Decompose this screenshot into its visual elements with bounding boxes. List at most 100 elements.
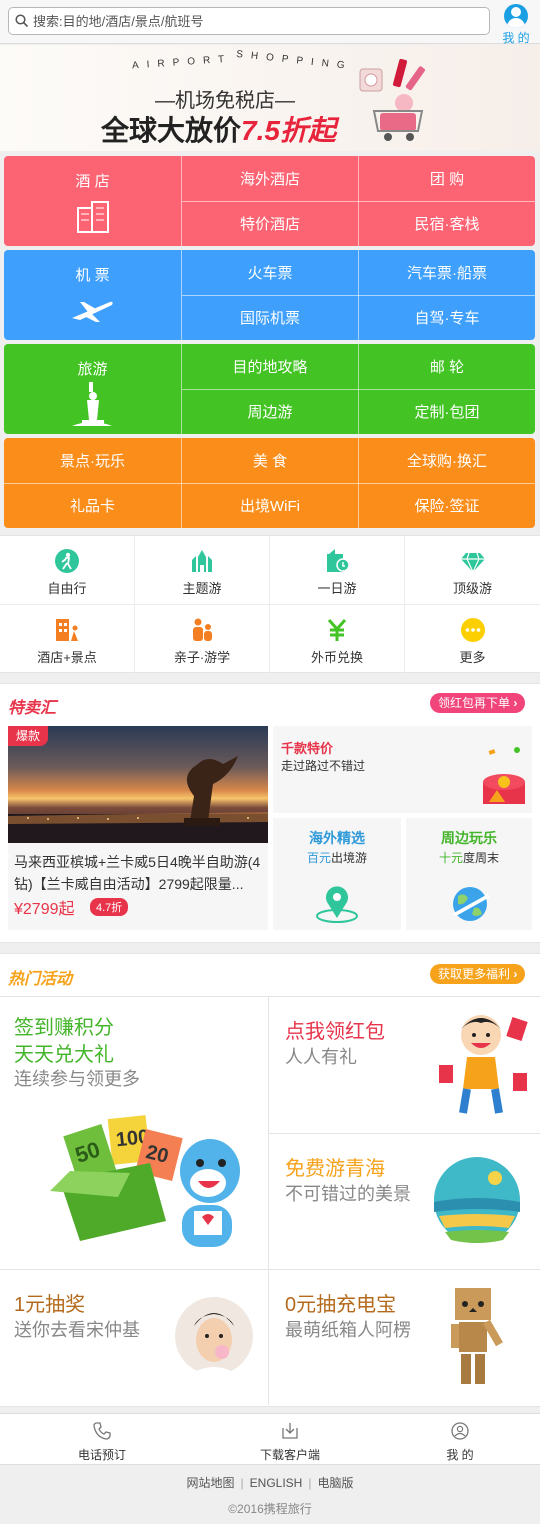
food-link[interactable]: 美 食 xyxy=(182,438,358,483)
diamond-icon xyxy=(460,548,486,574)
sign-in-line3: 连续参与领更多 xyxy=(14,1069,140,1089)
hotel-main-label: 酒 店 xyxy=(75,173,110,190)
free-travel-button[interactable]: 自由行 xyxy=(0,536,135,604)
my-account-label: 我 的 xyxy=(502,31,530,45)
promo-banner[interactable]: AIRPORT SHOPPING —机场免税店— 全球大放价7.5折起 xyxy=(0,45,540,151)
family-icon xyxy=(189,617,215,643)
global-shopping-link[interactable]: 全球购·换汇 xyxy=(359,438,535,483)
homestay-link[interactable]: 民宿·客栈 xyxy=(359,201,535,246)
banner-highlight: 7.5折起 xyxy=(241,115,336,146)
top-bar: 我 的 xyxy=(0,0,540,46)
quick-icon-grid: 自由行 主题游 一日游 顶级游 酒店+景点 亲子·游学 外币兑换 更多 xyxy=(0,535,540,673)
overseas-selection-card[interactable]: 海外精选 百元出境游 xyxy=(273,818,401,930)
family-study-button[interactable]: 亲子·游学 xyxy=(135,605,270,673)
download-icon xyxy=(282,1423,298,1439)
group-buy-link[interactable]: 团 购 xyxy=(359,156,535,201)
nearby-fun-sub-text: 度周末 xyxy=(463,851,500,865)
hot-badge: 爆款 xyxy=(8,726,48,746)
user-icon xyxy=(451,1422,469,1440)
hotel-icon xyxy=(77,201,109,233)
power-bank-line2: 最萌纸箱人阿楞 xyxy=(285,1320,411,1340)
nearby-tour-link[interactable]: 周边游 xyxy=(182,389,358,434)
custom-tour-link[interactable]: 定制·包团 xyxy=(359,389,535,434)
thousand-deals-subtitle: 走过路过不错过 xyxy=(281,759,366,773)
cartoon-boy-illustration xyxy=(439,1015,528,1114)
deal-discount-badge: 4.7折 xyxy=(90,898,129,916)
flight-main-button[interactable]: 机 票 xyxy=(4,250,181,340)
car-rental-link[interactable]: 自驾·专车 xyxy=(359,295,535,340)
phone-icon xyxy=(93,1422,111,1440)
download-app-label: 下载客户端 xyxy=(259,1448,320,1462)
my-page-label: 我 的 xyxy=(446,1448,474,1462)
travel-grid: 旅游 目的地攻略 邮 轮 周边游 定制·包团 xyxy=(4,344,535,434)
gift-card-link[interactable]: 礼品卡 xyxy=(4,483,181,528)
special-hotel-link[interactable]: 特价酒店 xyxy=(182,201,358,246)
attractions-link[interactable]: 景点·玩乐 xyxy=(4,438,181,483)
power-bank-line1: 0元抽充电宝 xyxy=(285,1294,397,1316)
bottom-nav: 电话预订 下载客户端 我 的 xyxy=(0,1413,540,1465)
red-packet-line2: 人人有礼 xyxy=(285,1047,357,1067)
deal-info-card[interactable]: 马来西亚槟城+兰卡威5日4晚半自助游(4钻)【兰卡威自由活动】2799起限量..… xyxy=(8,843,268,930)
day-tour-button[interactable]: 一日游 xyxy=(270,536,405,604)
get-red-packet-pill[interactable]: 领红包再下单 xyxy=(430,693,526,713)
sign-in-line2: 天天兑大礼 xyxy=(14,1044,114,1066)
my-account-button[interactable]: 我 的 xyxy=(496,3,536,46)
power-bank-card[interactable]: 0元抽充电宝 最萌纸箱人阿楞 xyxy=(269,1270,540,1405)
qinghai-trip-card[interactable]: 免费游青海 不可错过的美景 xyxy=(269,1134,540,1269)
theme-tour-label: 主题游 xyxy=(182,581,222,596)
thousand-deals-card[interactable]: 千款特价 走过路过不错过 xyxy=(273,726,532,813)
dolphin-coupons-illustration: 100 20 50 xyxy=(50,1115,240,1247)
thousand-deals-title: 千款特价 xyxy=(281,741,334,756)
statue-of-liberty-icon xyxy=(72,382,112,426)
bus-ship-ticket-link[interactable]: 汽车票·船票 xyxy=(359,250,535,295)
overseas-selection-title: 海外精选 xyxy=(309,830,365,846)
overseas-selection-highlight: 百元 xyxy=(306,851,331,865)
wifi-link[interactable]: 出境WiFi xyxy=(182,483,358,528)
hotel-scenic-icon xyxy=(54,617,80,643)
intl-flight-link[interactable]: 国际机票 xyxy=(182,295,358,340)
download-app-button[interactable]: 下载客户端 xyxy=(200,1414,380,1466)
deal-price: ¥2799起 xyxy=(14,901,75,918)
currency-exchange-button[interactable]: 外币兑换 xyxy=(270,605,405,673)
hotel-main-button[interactable]: 酒 店 xyxy=(4,156,181,246)
destination-guide-link[interactable]: 目的地攻略 xyxy=(182,344,358,389)
qinghai-line1: 免费游青海 xyxy=(285,1158,385,1180)
map-pin-icon xyxy=(316,886,358,923)
deal-photo[interactable] xyxy=(8,726,268,843)
red-packet-line1: 点我领红包 xyxy=(285,1021,385,1043)
celebrity-photo xyxy=(175,1297,253,1376)
my-page-button[interactable]: 我 的 xyxy=(370,1414,540,1466)
danboard-robot-illustration xyxy=(451,1288,503,1384)
cosmetics-illustration xyxy=(359,58,425,141)
travel-main-button[interactable]: 旅游 xyxy=(4,344,181,434)
train-ticket-link[interactable]: 火车票 xyxy=(182,250,358,295)
banner-headline-text: 全球大放价 xyxy=(101,115,242,146)
flight-grid: 机 票 火车票 汽车票·船票 国际机票 自驾·专车 xyxy=(4,250,535,340)
free-travel-icon xyxy=(54,548,80,574)
cruise-link[interactable]: 邮 轮 xyxy=(359,344,535,389)
free-travel-label: 自由行 xyxy=(47,581,87,596)
lottery-card[interactable]: 1元抽奖 送你去看宋仲基 xyxy=(0,1270,268,1405)
travel-main-label: 旅游 xyxy=(77,361,108,378)
search-input[interactable] xyxy=(33,11,473,31)
phone-booking-button[interactable]: 电话预订 xyxy=(12,1414,192,1466)
theme-tour-icon xyxy=(189,548,215,574)
sitemap-link[interactable]: 网站地图 xyxy=(181,1476,241,1490)
luxury-tour-button[interactable]: 顶级游 xyxy=(405,536,540,604)
more-benefits-pill[interactable]: 获取更多福利 xyxy=(430,964,526,984)
copyright: ©2016携程旅行 xyxy=(228,1502,312,1516)
english-link[interactable]: ENGLISH xyxy=(244,1476,309,1490)
special-sale-title: 特卖汇 xyxy=(8,700,57,717)
hotel-scenic-button[interactable]: 酒店+景点 xyxy=(0,605,135,673)
currency-exchange-label: 外币兑换 xyxy=(310,650,363,665)
desktop-version-link[interactable]: 电脑版 xyxy=(311,1476,359,1490)
nearby-fun-card[interactable]: 周边玩乐 十元度周末 xyxy=(406,818,532,930)
nearby-fun-title: 周边玩乐 xyxy=(441,830,497,846)
search-box[interactable] xyxy=(8,7,490,35)
sign-in-points-card[interactable]: 签到赚积分 天天兑大礼 连续参与领更多 100 20 50 xyxy=(0,997,268,1269)
insurance-visa-link[interactable]: 保险·签证 xyxy=(359,483,535,528)
overseas-hotel-link[interactable]: 海外酒店 xyxy=(182,156,358,201)
theme-tour-button[interactable]: 主题游 xyxy=(135,536,270,604)
red-packet-card[interactable]: 点我领红包 人人有礼 xyxy=(269,997,540,1133)
more-button[interactable]: 更多 xyxy=(405,605,540,673)
